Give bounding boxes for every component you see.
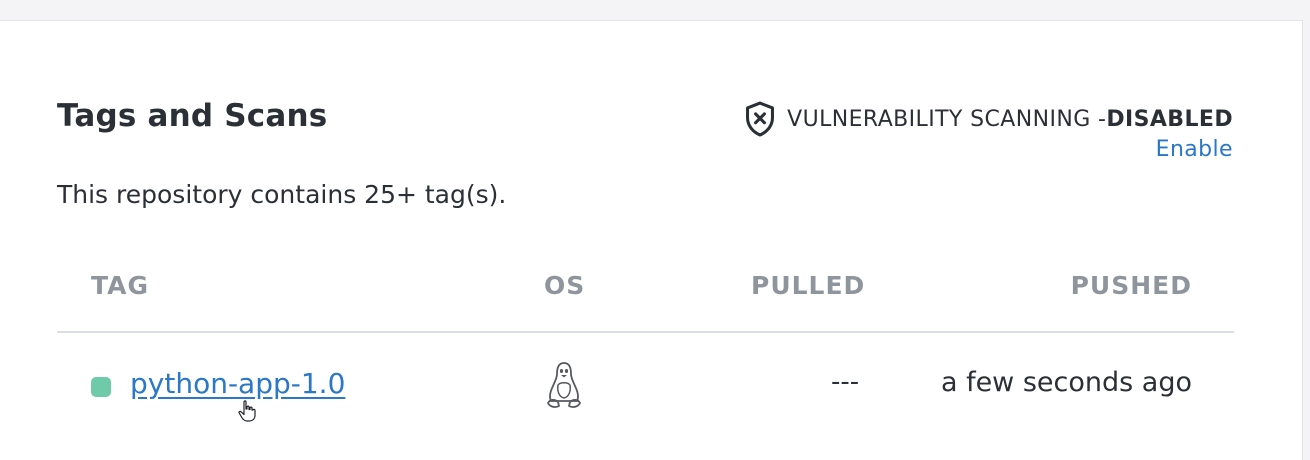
scanning-label: VULNERABILITY SCANNING - [787,106,1107,132]
scanning-status-value: DISABLED [1106,106,1233,132]
enable-scanning-link[interactable]: Enable [1156,137,1233,162]
linux-icon [547,362,581,408]
column-header-pushed[interactable]: PUSHED [1071,271,1192,300]
vulnerability-scanning-status: VULNERABILITY SCANNING - DISABLED [743,101,1233,137]
shield-x-icon [746,101,775,137]
pushed-value: a few seconds ago [940,367,1192,398]
tags-and-scans-card: Tags and Scans VULNERABILITY SCANNING - … [0,20,1303,460]
scan-status-dot [91,377,111,397]
column-header-os[interactable]: OS [544,271,585,300]
pulled-value: --- [831,367,860,397]
column-header-tag[interactable]: TAG [91,271,149,300]
section-title: Tags and Scans [57,98,328,134]
repository-description: This repository contains 25+ tag(s). [57,180,507,209]
table-header-divider [57,331,1234,333]
tag-link[interactable]: python-app-1.0 [130,367,345,400]
column-header-pulled[interactable]: PULLED [751,271,865,300]
hand-cursor-icon [238,400,256,422]
